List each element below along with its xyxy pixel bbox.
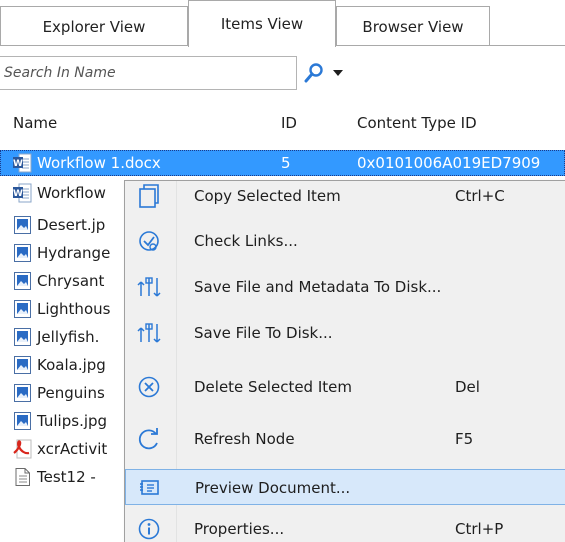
word-doc-icon: W [13,183,32,203]
tab-items-view[interactable]: Items View [188,0,336,48]
chevron-down-icon[interactable] [330,66,346,80]
column-header-content-type-id[interactable]: Content Type ID [357,114,477,132]
tab-explorer-view[interactable]: Explorer View [0,6,188,46]
column-header-id[interactable]: ID [281,114,297,132]
tab-label: Browser View [362,17,464,36]
word-doc-icon: W [13,153,32,173]
image-file-icon [13,327,32,347]
menu-item-label: Refresh Node [194,430,295,448]
file-name: Penguins [37,384,105,402]
image-file-icon [13,355,32,375]
file-name: Tulips.jpg [37,412,108,430]
menu-item-shortcut: Ctrl+P [455,520,504,538]
image-file-icon [13,243,32,263]
menu-item-label: Check Links... [194,232,298,250]
svg-text:W: W [13,159,23,169]
menu-item-shortcut: Del [455,378,480,396]
svg-text:W: W [13,189,23,199]
file-name: Hydrange [37,244,111,262]
file-name: Desert.jp [37,216,106,234]
image-file-icon [13,215,32,235]
tab-label: Explorer View [42,17,146,36]
refresh-icon [136,426,162,452]
tab-browser-view[interactable]: Browser View [336,6,490,46]
menu-item-label: Delete Selected Item [194,378,352,396]
file-name: Lighthous [37,300,111,318]
menu-item-label: Save File To Disk... [194,324,333,342]
view-tabbar: Explorer View Items View Browser View [0,0,565,48]
menu-item-save-file-to-disk[interactable]: Save File To Disk... [125,315,565,351]
column-header-name[interactable]: Name [13,114,57,132]
menu-item-refresh-node[interactable]: Refresh Node F5 [125,421,565,457]
tab-label: Items View [220,15,304,33]
menu-item-properties[interactable]: Properties... Ctrl+P [125,511,565,542]
search-bar [0,54,565,94]
file-name: Koala.jpg [37,356,106,374]
image-file-icon [13,299,32,319]
menu-item-delete-selected-item[interactable]: Delete Selected Item Del [125,369,565,405]
image-file-icon [13,383,32,403]
menu-item-shortcut: Ctrl+C [455,187,505,205]
check-links-icon [136,228,162,254]
search-icon[interactable] [303,58,325,88]
context-menu: Copy Selected Item Ctrl+C Check Links...… [124,180,565,542]
info-icon [136,516,162,542]
menu-item-preview-document[interactable]: Preview Document... [125,469,565,505]
file-name: Workflow [37,184,106,202]
copy-icon [136,183,162,209]
menu-item-check-links[interactable]: Check Links... [125,223,565,259]
file-name: xcrActivit [37,440,108,458]
preview-icon [137,475,163,501]
file-content-type-id: 0x0101006A019ED7909 [357,154,541,172]
menu-item-copy-selected-item[interactable]: Copy Selected Item Ctrl+C [125,181,565,214]
table-row[interactable]: W Workflow 1.docx 5 0x0101006A019ED7909 [0,150,565,176]
image-file-icon [13,411,32,431]
menu-item-label: Preview Document... [195,479,351,497]
save-to-disk-icon [136,320,162,346]
save-to-disk-icon [136,274,162,300]
file-name: Test12 - [37,468,96,486]
delete-icon [136,374,162,400]
menu-item-shortcut: F5 [455,430,474,448]
file-name: Chrysant [37,272,105,290]
text-file-icon [13,467,32,487]
menu-item-label: Properties... [194,520,285,538]
file-name: Workflow 1.docx [37,154,161,172]
search-input[interactable] [0,56,297,90]
file-id: 5 [281,154,291,172]
menu-item-save-file-and-metadata[interactable]: Save File and Metadata To Disk... [125,269,565,305]
file-name: Jellyfish. [37,328,100,346]
menu-item-label: Copy Selected Item [194,187,341,205]
pdf-file-icon [13,439,32,459]
menu-item-label: Save File and Metadata To Disk... [194,278,442,296]
image-file-icon [13,271,32,291]
